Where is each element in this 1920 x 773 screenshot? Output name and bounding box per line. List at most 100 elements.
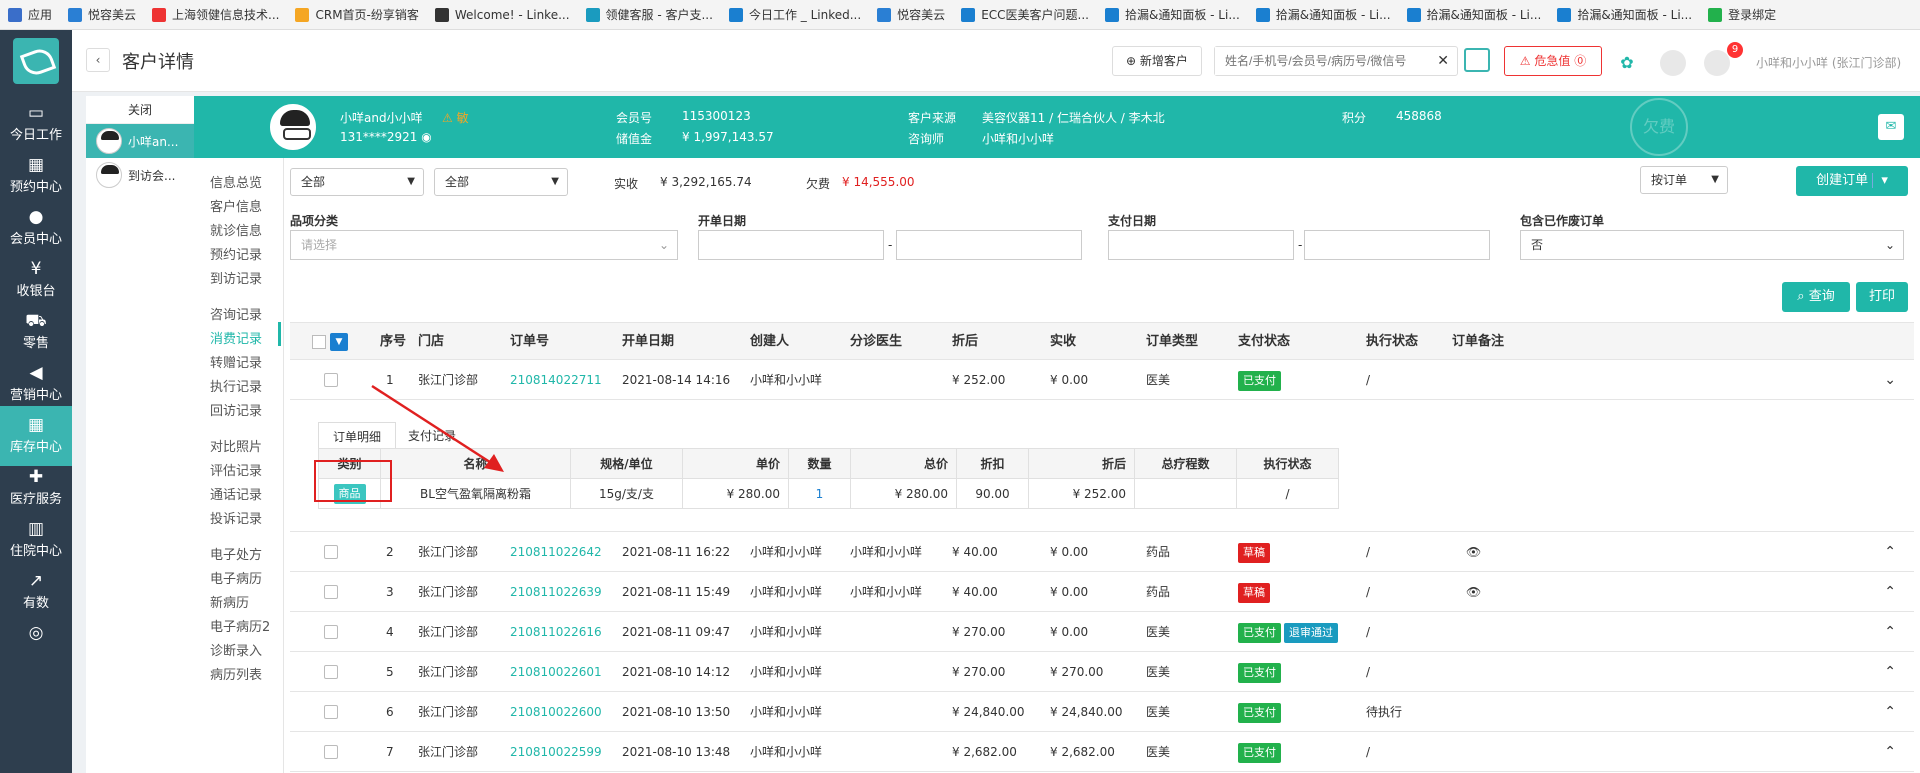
customer-avatar[interactable] — [270, 104, 316, 150]
bookmark-item[interactable]: 悦容美云 — [60, 0, 144, 29]
bell-icon[interactable] — [1704, 50, 1730, 76]
eye-icon[interactable]: 👁 — [1466, 532, 1481, 572]
eye-icon[interactable]: 👁 — [1466, 572, 1481, 612]
chevron-up-icon[interactable]: ⌃ — [1884, 572, 1896, 612]
side-item[interactable]: 对比照片 — [210, 436, 262, 455]
bookmark-item[interactable]: Welcome! - Linke... — [427, 0, 578, 29]
pay-date-start[interactable] — [1108, 230, 1294, 260]
store-select[interactable]: 全部 ▼ — [290, 168, 424, 196]
table-row[interactable]: 1 张江门诊部 210814022711 2021-08-14 14:16 小咩和小小咩… — [290, 360, 1914, 400]
bookmark-item[interactable]: 拾漏&通知面板 - Li... — [1399, 0, 1550, 29]
chevron-down-icon[interactable]: ▼ — [330, 333, 348, 351]
sort-select[interactable]: 按订单 ▼ — [1640, 166, 1728, 194]
wechat-icon[interactable]: ✿ — [1614, 50, 1640, 76]
chevron-up-icon[interactable]: ⌃ — [1884, 652, 1896, 692]
side-item[interactable]: 评估记录 — [210, 460, 262, 479]
side-item[interactable]: 就诊信息 — [210, 220, 262, 239]
bookmark-item[interactable]: 上海领健信息技术... — [144, 0, 287, 29]
bookmark-item[interactable]: 拾漏&通知面板 - Li... — [1549, 0, 1700, 29]
bookmark-item[interactable]: 悦容美云 — [869, 0, 953, 29]
side-item[interactable]: 执行记录 — [210, 376, 262, 395]
side-item[interactable]: 回访记录 — [210, 400, 262, 419]
back-button[interactable]: ‹ — [86, 48, 110, 72]
chevron-down-icon[interactable]: ⌄ — [1884, 360, 1896, 400]
row-checkbox[interactable] — [324, 625, 338, 639]
bookmark-item[interactable]: 领健客服 - 客户支... — [578, 0, 721, 29]
bookmark-item[interactable]: 拾漏&通知面板 - Li... — [1097, 0, 1248, 29]
customer-search[interactable]: ✕ — [1214, 46, 1458, 76]
pay-date-end[interactable] — [1304, 230, 1490, 260]
create-order-button[interactable]: 创建订单 ▾ — [1796, 166, 1908, 196]
table-row[interactable]: 6 张江门诊部 210810022600 2021-08-10 13:50 小咩和小小咩… — [290, 692, 1914, 732]
bookmark-item[interactable]: 登录绑定 — [1700, 0, 1784, 29]
new-customer-button[interactable]: ⊕ 新增客户 — [1112, 46, 1202, 76]
order-number-link[interactable]: 210810022599 — [510, 732, 602, 772]
close-tabs-button[interactable]: 关闭 — [86, 96, 194, 124]
nav-item[interactable]: ▦ 预约中心 — [0, 146, 72, 206]
side-item[interactable]: 预约记录 — [210, 244, 262, 263]
order-number-link[interactable]: 210810022600 — [510, 692, 602, 732]
table-row[interactable]: 4 张江门诊部 210811022616 2021-08-11 09:47 小咩和小小咩… — [290, 612, 1914, 652]
bookmark-item[interactable]: 应用 — [0, 0, 60, 29]
bookmark-item[interactable]: 拾漏&通知面板 - Li... — [1248, 0, 1399, 29]
chevron-up-icon[interactable]: ⌃ — [1884, 532, 1896, 572]
order-number-link[interactable]: 210811022642 — [510, 532, 602, 572]
table-row[interactable]: 2 张江门诊部 210811022642 2021-08-11 16:22 小咩和小小咩… — [290, 532, 1914, 572]
search-input[interactable] — [1215, 47, 1425, 75]
order-number-link[interactable]: 210811022616 — [510, 612, 602, 652]
print-button[interactable]: 打印 — [1856, 282, 1908, 312]
table-row[interactable]: 5 张江门诊部 210810022601 2021-08-10 14:12 小咩和小小咩… — [290, 652, 1914, 692]
bookmark-item[interactable]: ECC医美客户问题... — [953, 0, 1097, 29]
nav-item[interactable]: ▭ 今日工作 — [0, 94, 72, 154]
side-item[interactable]: 新病历 — [210, 592, 249, 611]
row-checkbox[interactable] — [324, 545, 338, 559]
nav-item[interactable]: ▦ 库存中心 — [0, 406, 72, 466]
contacts-icon[interactable] — [1660, 50, 1686, 76]
wechat-icon[interactable]: ✉ — [1878, 114, 1904, 140]
nav-item[interactable]: ◎ — [0, 614, 72, 674]
nav-item[interactable]: ⛟ 零售 — [0, 302, 72, 362]
side-item[interactable]: 客户信息 — [210, 196, 262, 215]
order-number-link[interactable]: 210810022601 — [510, 652, 602, 692]
customer-tab[interactable]: 小咩an... — [86, 124, 194, 158]
side-item[interactable]: 通话记录 — [210, 484, 262, 503]
bookmark-item[interactable]: 今日工作 _ Linked... — [721, 0, 869, 29]
eye-icon[interactable]: ◉ — [421, 130, 431, 144]
chevron-up-icon[interactable]: ⌃ — [1884, 612, 1896, 652]
side-item[interactable]: 诊断录入 — [210, 640, 262, 659]
nav-item[interactable]: ▥ 住院中心 — [0, 510, 72, 570]
table-row[interactable]: 7 张江门诊部 210810022599 2021-08-10 13:48 小咩和小小咩… — [290, 732, 1914, 772]
id-card-icon[interactable] — [1464, 48, 1490, 72]
nav-item[interactable]: ◀ 营销中心 — [0, 354, 72, 414]
chevron-down-icon[interactable]: ▾ — [1872, 173, 1888, 188]
open-date-end[interactable] — [896, 230, 1082, 260]
side-item[interactable]: 消费记录 — [210, 328, 262, 347]
side-item[interactable]: 投诉记录 — [210, 508, 262, 527]
query-button[interactable]: ⌕ 查询 — [1782, 282, 1850, 312]
side-item[interactable]: 到访记录 — [210, 268, 262, 287]
row-checkbox[interactable] — [324, 373, 338, 387]
customer-tab[interactable]: 到访会... — [86, 158, 194, 192]
row-checkbox[interactable] — [324, 665, 338, 679]
nav-item[interactable]: ↗ 有数 — [0, 562, 72, 622]
side-item[interactable]: 信息总览 — [210, 172, 262, 191]
type-select[interactable]: 全部 ▼ — [434, 168, 568, 196]
tab-order-detail[interactable]: 订单明细 — [318, 422, 397, 450]
table-row[interactable]: 3 张江门诊部 210811022639 2021-08-11 15:49 小咩和小小咩… — [290, 572, 1914, 612]
open-date-start[interactable] — [698, 230, 884, 260]
order-number-link[interactable]: 210811022639 — [510, 572, 602, 612]
nav-item[interactable]: ✚ 医疗服务 — [0, 458, 72, 518]
category-select[interactable]: 请选择 ⌄ — [290, 230, 678, 260]
bookmark-item[interactable]: CRM首页-纷享销客 — [287, 0, 426, 29]
chevron-up-icon[interactable]: ⌃ — [1884, 732, 1896, 772]
row-checkbox[interactable] — [324, 585, 338, 599]
void-select[interactable]: 否 ⌄ — [1520, 230, 1904, 260]
chevron-up-icon[interactable]: ⌃ — [1884, 692, 1896, 732]
danger-value-button[interactable]: ⚠ 危急值 ⓪ — [1504, 46, 1602, 76]
side-item[interactable]: 转赠记录 — [210, 352, 262, 371]
tab-payment-records[interactable]: 支付记录 — [394, 422, 470, 450]
row-checkbox[interactable] — [324, 745, 338, 759]
select-all-checkbox[interactable] — [312, 335, 326, 349]
clear-icon[interactable]: ✕ — [1437, 53, 1449, 69]
nav-item[interactable]: ¥ 收银台 — [0, 250, 72, 310]
